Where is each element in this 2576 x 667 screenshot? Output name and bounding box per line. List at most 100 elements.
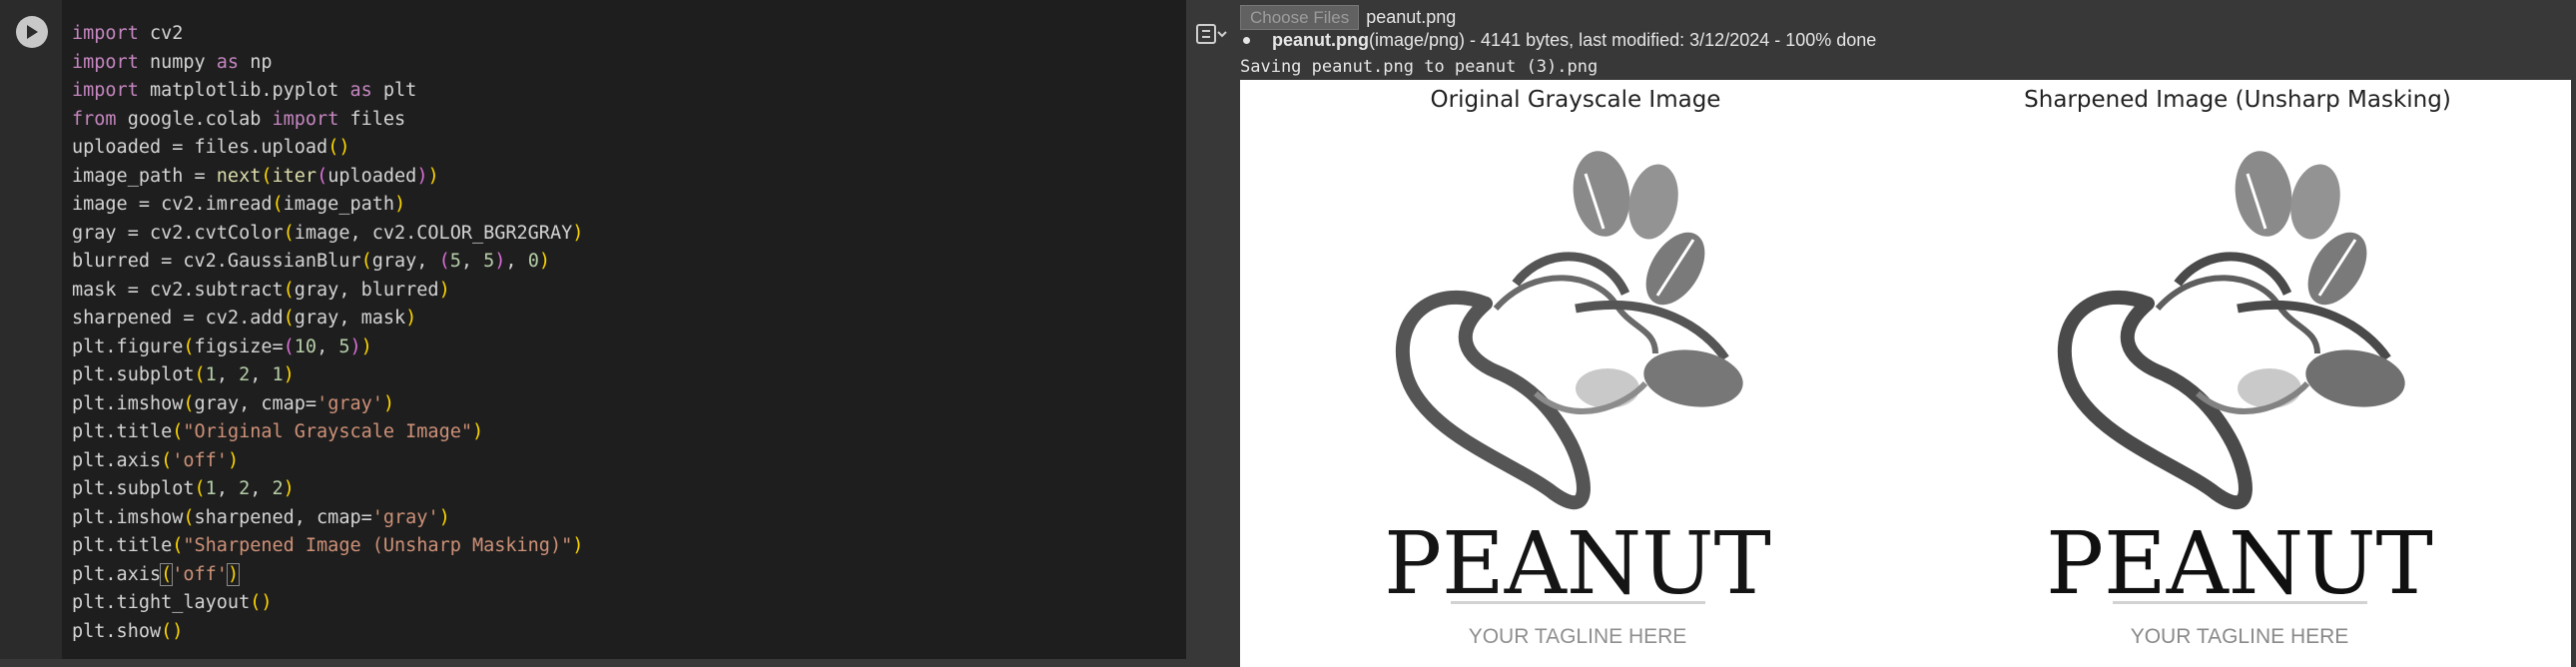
code-token: ( xyxy=(438,251,450,272)
file-upload-widget: Choose Files peanut.png xyxy=(1240,4,1456,30)
code-token: import xyxy=(272,108,339,130)
peanut-logo-graphic-sharpened xyxy=(2057,151,2405,510)
code-line[interactable]: plt.imshow(gray, cmap='gray') xyxy=(72,390,583,419)
code-token: ) xyxy=(538,251,550,272)
code-line[interactable]: image_path = next(iter(uploaded)) xyxy=(72,163,583,192)
code-token: 5 xyxy=(449,251,461,272)
code-token: ) xyxy=(572,222,584,244)
peanut-logo-tagline: YOUR TAGLINE HERE xyxy=(1469,625,1687,648)
code-token: () xyxy=(250,592,273,613)
code-line[interactable]: plt.imshow(sharpened, cmap='gray') xyxy=(72,504,583,533)
code-line[interactable]: import matplotlib.pyplot as plt xyxy=(72,77,583,106)
code-token: ) xyxy=(382,392,395,414)
code-line[interactable]: import cv2 xyxy=(72,20,583,49)
code-token: plt.title xyxy=(72,421,173,442)
code-line[interactable]: plt.subplot(1, 2, 1) xyxy=(72,361,583,390)
code-token: ( xyxy=(161,449,173,471)
code-token: ( xyxy=(172,421,184,442)
code-token: sharpened, cmap= xyxy=(194,506,372,528)
code-token: numpy xyxy=(138,51,217,73)
code-token: , xyxy=(505,251,528,272)
tagline-rule-sharpened xyxy=(2113,601,2367,604)
code-token: plt.show xyxy=(72,620,162,642)
code-token: cv2 xyxy=(138,23,184,44)
code-token: import xyxy=(72,51,139,73)
uploaded-file-name: peanut.png xyxy=(1272,30,1369,50)
code-token: ( xyxy=(160,562,174,586)
code-token: ) xyxy=(360,335,372,357)
code-token: ) xyxy=(283,478,295,499)
output-gutter xyxy=(1186,0,1240,667)
code-token: ) xyxy=(494,251,506,272)
code-cell[interactable]: import cv2 import numpy as np import matpl… xyxy=(0,0,1186,659)
code-token: image, cv2.COLOR_BGR2GRAY xyxy=(294,222,573,244)
code-token: () xyxy=(327,137,350,158)
code-line[interactable]: uploaded = files.upload() xyxy=(72,134,583,163)
code-line[interactable]: sharpened = cv2.add(gray, mask) xyxy=(72,305,583,334)
code-editor[interactable]: import cv2 import numpy as np import matpl… xyxy=(72,20,583,646)
code-line[interactable]: plt.axis('off') xyxy=(72,561,583,590)
choose-files-button[interactable]: Choose Files xyxy=(1240,4,1360,30)
code-token: ) xyxy=(283,364,295,385)
code-token: image = cv2.imread xyxy=(72,194,273,215)
code-line[interactable]: blurred = cv2.GaussianBlur(gray, (5, 5),… xyxy=(72,248,583,277)
matplotlib-figure: Original Grayscale Image Sharpened Image… xyxy=(1240,80,2571,667)
code-token: google.colab xyxy=(116,108,273,130)
code-token: 1 xyxy=(205,364,217,385)
code-line[interactable]: plt.title("Original Grayscale Image") xyxy=(72,418,583,447)
code-token: 2 xyxy=(272,478,284,499)
code-token: figsize= xyxy=(194,335,284,357)
code-token: 'off' xyxy=(172,563,228,585)
code-line[interactable]: import numpy as np xyxy=(72,49,583,78)
code-token: ) xyxy=(572,535,584,556)
code-token: ) xyxy=(227,449,240,471)
code-token: ( xyxy=(194,478,206,499)
sharpened-image: PEANUT YOUR TAGLINE HERE xyxy=(2046,151,2433,648)
code-token: plt.imshow xyxy=(72,506,184,528)
code-token: mask = cv2.subtract xyxy=(72,279,284,301)
code-token: "Original Grayscale Image" xyxy=(183,421,472,442)
code-token: ( xyxy=(283,335,295,357)
code-token: , xyxy=(216,364,240,385)
code-token: plt.title xyxy=(72,535,173,556)
bullet-icon xyxy=(1243,37,1250,44)
code-token: ) xyxy=(349,335,361,357)
run-cell-button[interactable] xyxy=(16,16,48,48)
code-token: sharpened = cv2.add xyxy=(72,308,284,329)
code-line[interactable]: from google.colab import files xyxy=(72,106,583,135)
code-token: 1 xyxy=(272,364,284,385)
code-token: 0 xyxy=(527,251,539,272)
code-line[interactable]: plt.tight_layout() xyxy=(72,589,583,618)
code-line[interactable]: image = cv2.imread(image_path) xyxy=(72,191,583,220)
code-token: uploaded xyxy=(327,165,417,187)
code-line[interactable]: gray = cv2.cvtColor(image, cv2.COLOR_BGR… xyxy=(72,220,583,249)
code-token: next xyxy=(216,165,262,187)
code-token: plt.axis xyxy=(72,449,162,471)
left-subplot-title: Original Grayscale Image xyxy=(1430,87,1721,113)
code-token: plt.subplot xyxy=(72,364,195,385)
code-line[interactable]: plt.show() xyxy=(72,618,583,647)
peanut-logo-word-sharpened: PEANUT xyxy=(2046,514,2433,614)
uploaded-file-detail: (image/png) - 4141 bytes, last modified:… xyxy=(1369,30,1877,50)
output-toggle-icon[interactable] xyxy=(1194,22,1228,48)
code-token: 5 xyxy=(338,335,350,357)
code-line[interactable]: plt.figure(figsize=(10, 5)) xyxy=(72,334,583,362)
code-token: files xyxy=(338,108,406,130)
code-token: ( xyxy=(183,335,195,357)
code-token: 'gray' xyxy=(317,392,383,414)
code-line[interactable]: plt.axis('off') xyxy=(72,447,583,476)
code-token: gray, blurred xyxy=(294,279,439,301)
code-token: ( xyxy=(283,222,295,244)
code-token: plt.subplot xyxy=(72,478,195,499)
code-line[interactable]: plt.subplot(1, 2, 2) xyxy=(72,475,583,504)
code-token: blurred = cv2.GaussianBlur xyxy=(72,251,361,272)
code-token: 1 xyxy=(205,478,217,499)
code-line[interactable]: plt.title("Sharpened Image (Unsharp Mask… xyxy=(72,532,583,561)
code-token: ( xyxy=(272,194,284,215)
tagline-rule xyxy=(1451,601,1705,604)
code-line[interactable]: mask = cv2.subtract(gray, blurred) xyxy=(72,277,583,306)
code-token: plt.imshow xyxy=(72,392,184,414)
peanut-logo-tagline-sharpened: YOUR TAGLINE HERE xyxy=(2131,625,2349,648)
code-token: ) xyxy=(226,562,241,586)
code-token: ( xyxy=(183,392,195,414)
